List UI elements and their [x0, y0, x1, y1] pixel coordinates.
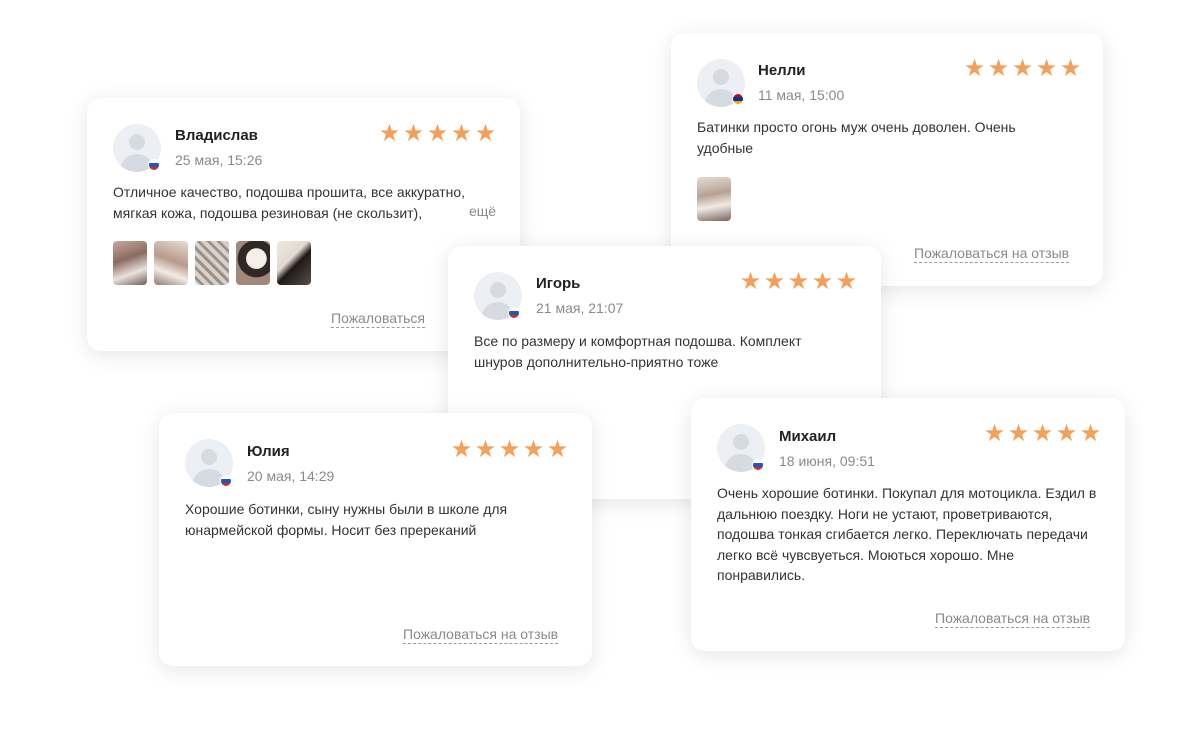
star-icon: ★: [498, 436, 521, 463]
review-date: 25 мая, 15:26: [175, 152, 263, 168]
star-icon: ★: [811, 268, 834, 295]
review-text: Все по размеру и комфортная подошва. Ком…: [474, 333, 802, 370]
review-photos: [113, 241, 311, 285]
star-icon: ★: [1035, 55, 1058, 82]
star-icon: ★: [835, 268, 858, 295]
review-text: Батинки просто огонь муж очень доволен. …: [697, 119, 1016, 156]
report-review-link[interactable]: Пожаловаться на отзыв: [935, 610, 1091, 628]
review-photos: [697, 177, 731, 221]
review-text: Очень хорошие ботинки. Покупал для мотоц…: [717, 485, 1097, 583]
star-icon: ★: [739, 268, 762, 295]
star-rating: ★ ★ ★ ★ ★: [739, 270, 858, 294]
flag-ru-icon: [508, 307, 520, 319]
review-date: 21 мая, 21:07: [536, 300, 624, 316]
review-card-yulia: Юлия 20 мая, 14:29 ★ ★ ★ ★ ★ Хорошие бот…: [159, 413, 592, 666]
reviewer-name: Юлия: [247, 443, 290, 460]
flag-am-icon: [732, 93, 744, 105]
star-icon: ★: [787, 268, 810, 295]
photo-thumbnail[interactable]: [195, 241, 229, 285]
photo-thumbnail[interactable]: [236, 241, 270, 285]
review-date: 11 мая, 15:00: [758, 87, 845, 103]
read-more-link[interactable]: ещё: [441, 203, 497, 219]
star-icon: ★: [474, 436, 497, 463]
flag-ru-icon: [220, 475, 232, 487]
review-date: 18 июня, 09:51: [779, 453, 875, 469]
star-icon: ★: [546, 436, 569, 463]
star-icon: ★: [1011, 55, 1034, 82]
reviewer-name: Нелли: [758, 62, 806, 79]
star-icon: ★: [1007, 420, 1030, 447]
star-icon: ★: [1059, 55, 1082, 82]
star-icon: ★: [1031, 420, 1054, 447]
star-icon: ★: [426, 120, 449, 147]
report-review-link[interactable]: Пожаловаться: [331, 310, 426, 328]
reviewer-name: Михаил: [779, 428, 837, 445]
star-icon: ★: [987, 55, 1010, 82]
review-card-mikhail: Михаил 18 июня, 09:51 ★ ★ ★ ★ ★ Очень хо…: [691, 398, 1125, 651]
star-rating: ★ ★ ★ ★ ★: [450, 438, 569, 462]
flag-ru-icon: [752, 459, 764, 471]
reviews-collage: Нелли 11 мая, 15:00 ★ ★ ★ ★ ★ Батинки пр…: [0, 0, 1200, 750]
star-icon: ★: [402, 120, 425, 147]
star-icon: ★: [450, 436, 473, 463]
star-icon: ★: [983, 420, 1006, 447]
star-rating: ★ ★ ★ ★ ★: [983, 422, 1102, 446]
star-icon: ★: [963, 55, 986, 82]
photo-thumbnail[interactable]: [113, 241, 147, 285]
reviewer-name: Владислав: [175, 127, 258, 144]
star-icon: ★: [763, 268, 786, 295]
star-icon: ★: [450, 120, 473, 147]
star-icon: ★: [1055, 420, 1078, 447]
photo-thumbnail[interactable]: [697, 177, 731, 221]
photo-thumbnail[interactable]: [154, 241, 188, 285]
star-icon: ★: [378, 120, 401, 147]
star-icon: ★: [522, 436, 545, 463]
star-rating: ★ ★ ★ ★ ★: [378, 122, 497, 146]
review-date: 20 мая, 14:29: [247, 468, 335, 484]
flag-ru-icon: [148, 159, 160, 171]
report-review-link[interactable]: Пожаловаться на отзыв: [914, 245, 1070, 263]
review-text: Отличное качество, подошва прошита, все …: [113, 184, 466, 221]
report-review-link[interactable]: Пожаловаться на отзыв: [403, 626, 559, 644]
photo-thumbnail[interactable]: [277, 241, 311, 285]
reviewer-name: Игорь: [536, 275, 581, 292]
review-text: Хорошие ботинки, сыну нужны были в школе…: [185, 501, 508, 538]
star-icon: ★: [474, 120, 497, 147]
star-rating: ★ ★ ★ ★ ★: [963, 57, 1082, 81]
star-icon: ★: [1079, 420, 1102, 447]
